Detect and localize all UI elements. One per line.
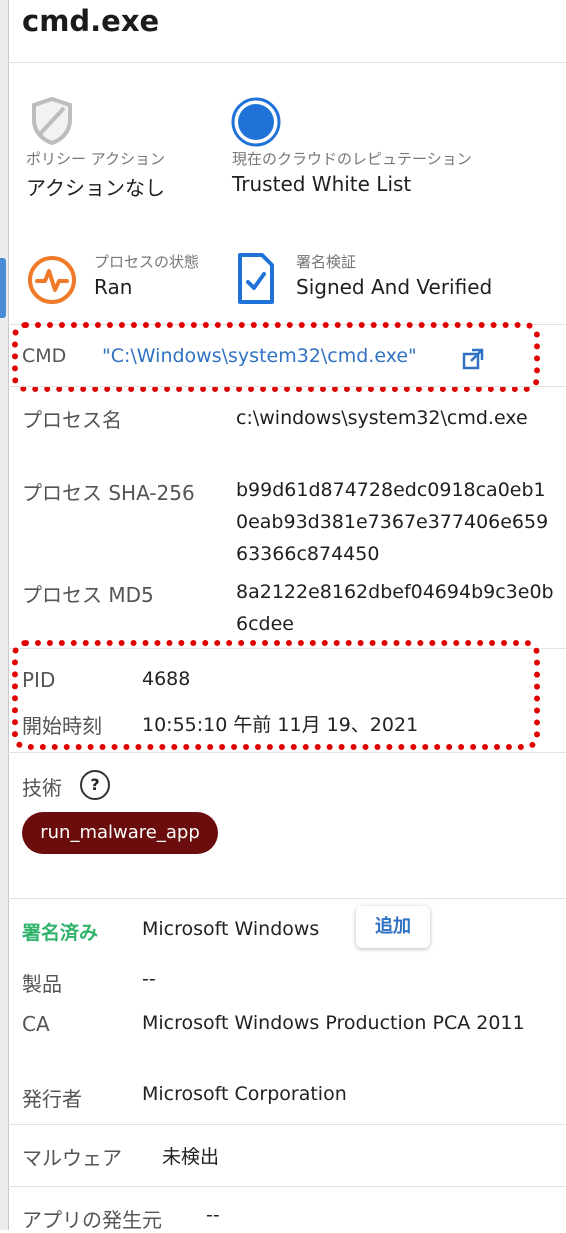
malware-label: マルウェア: [22, 1146, 122, 1170]
divider: [8, 386, 566, 387]
signature-value: Signed And Verified: [296, 275, 493, 299]
process-state-label: プロセスの状態: [94, 253, 200, 271]
divider: [8, 898, 566, 899]
ca-label: CA: [22, 1012, 50, 1036]
product-label: 製品: [22, 972, 62, 996]
process-sha256-value: b99d61d874728edc0918ca0eb10eab93d381e736…: [236, 479, 549, 565]
process-md5-label: プロセス MD5: [22, 583, 154, 607]
policy-action-label: ポリシー アクション: [26, 150, 166, 168]
divider: [8, 752, 566, 753]
reputation-label: 現在のクラウドのレピュテーション: [232, 150, 472, 168]
reputation-value: Trusted White List: [232, 172, 412, 196]
left-panel-edge: [0, 0, 9, 1230]
malware-value: 未検出: [162, 1146, 220, 1168]
help-icon[interactable]: ?: [80, 770, 110, 800]
divider: [8, 62, 566, 63]
signed-value: Microsoft Windows: [142, 918, 320, 940]
process-name-label: プロセス名: [22, 408, 122, 432]
signature-label: 署名検証: [296, 253, 357, 271]
app-origin-value: --: [206, 1204, 220, 1226]
signed-document-icon: [236, 252, 276, 310]
issuer-label: 発行者: [22, 1087, 82, 1111]
process-state-value: Ran: [94, 275, 133, 299]
reputation-circle-icon: [230, 96, 282, 152]
process-md5-value: 8a2122e8162dbef04694b9c3e0b6cdee: [236, 581, 554, 635]
process-sha256-label: プロセス SHA-256: [22, 481, 195, 505]
scroll-indicator: [0, 258, 6, 318]
signed-label: 署名済み: [22, 922, 99, 944]
add-button[interactable]: 追加: [356, 906, 430, 948]
page-title: cmd.exe: [22, 4, 160, 38]
highlight-cmd: [12, 322, 540, 392]
technique-label: 技術: [22, 776, 62, 800]
pulse-icon: [26, 254, 78, 310]
app-origin-label: アプリの発生元: [22, 1208, 162, 1232]
ca-value: Microsoft Windows Production PCA 2011: [142, 1012, 525, 1034]
highlight-pid-time: [12, 640, 540, 750]
technique-tag[interactable]: run_malware_app: [22, 812, 218, 854]
product-value: --: [142, 968, 156, 990]
shield-icon: [30, 96, 74, 150]
issuer-value: Microsoft Corporation: [142, 1083, 347, 1105]
divider: [8, 1124, 566, 1125]
policy-action-value: アクションなし: [26, 176, 165, 200]
process-name-value: c:\windows\system32\cmd.exe: [236, 407, 528, 429]
divider: [8, 1186, 566, 1187]
